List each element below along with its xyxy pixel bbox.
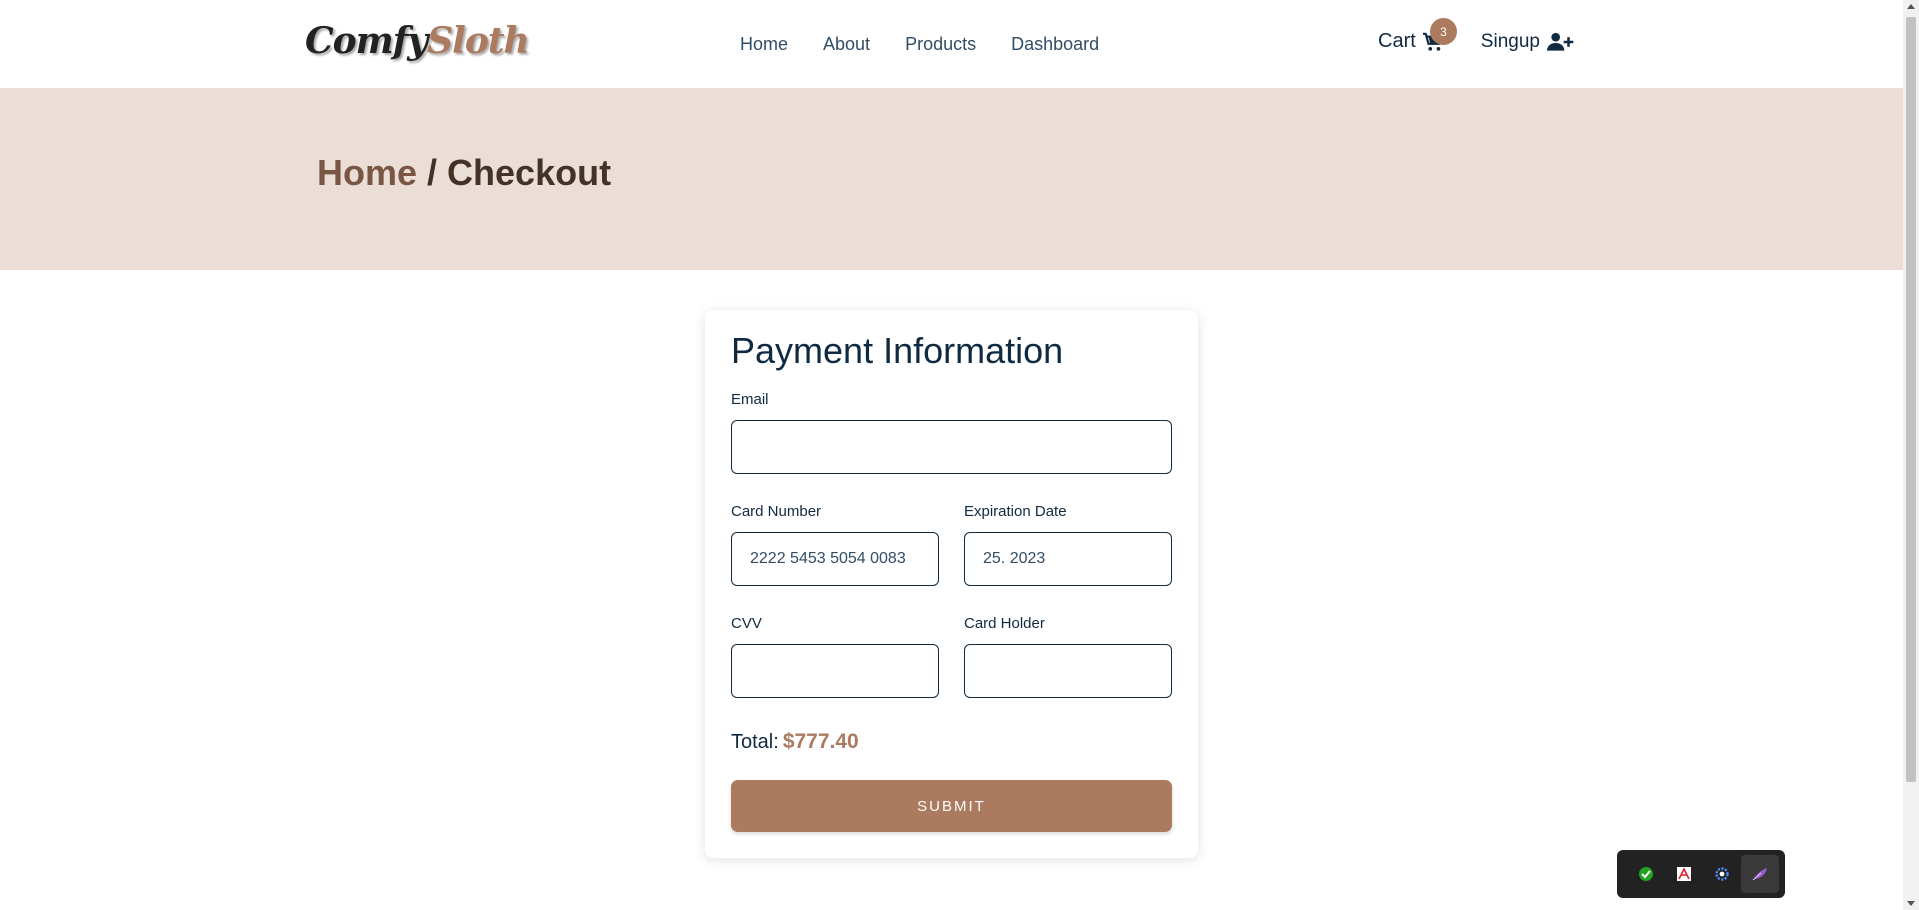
payment-form-title: Payment Information xyxy=(731,330,1064,371)
scroll-up-arrow-icon[interactable] xyxy=(1907,4,1915,9)
expiration-date-field[interactable]: 25. 2023 xyxy=(964,532,1172,586)
extension-toolbar xyxy=(1617,850,1785,898)
scroll-down-arrow-icon[interactable] xyxy=(1907,901,1915,906)
nav-link-products[interactable]: Products xyxy=(905,34,976,55)
page-hero: Home / Checkout xyxy=(0,88,1903,270)
card-number-field[interactable]: 2222 5453 5054 0083 xyxy=(731,532,939,586)
brand-logo[interactable]: ComfySloth xyxy=(305,20,530,62)
cart-button[interactable]: Cart 3 xyxy=(1378,18,1457,53)
nav-links: Home About Products Dashboard xyxy=(740,34,1134,55)
signup-label: Singup xyxy=(1480,30,1540,52)
feather-extension-icon[interactable] xyxy=(1741,855,1779,893)
green-extension-icon[interactable] xyxy=(1627,855,1665,893)
email-label: Email xyxy=(731,391,769,408)
card-number-label: Card Number xyxy=(731,503,822,520)
page: ComfySloth Home About Products Dashboard… xyxy=(0,0,1919,910)
cvv-label: CVV xyxy=(731,615,762,632)
navbar: ComfySloth Home About Products Dashboard… xyxy=(0,0,1903,88)
card-holder-label: Card Holder xyxy=(964,615,1045,632)
pdf-extension-icon[interactable] xyxy=(1665,855,1703,893)
total-label: Total: xyxy=(731,731,779,753)
cvv-field[interactable] xyxy=(731,644,939,698)
total-amount: $777.40 xyxy=(782,730,859,753)
email-field[interactable] xyxy=(731,420,1172,474)
breadcrumb-current: Checkout xyxy=(447,152,612,193)
card-holder-field[interactable] xyxy=(964,644,1172,698)
logo-part-1: Comfy xyxy=(305,20,428,62)
submit-button[interactable]: SUBMIT xyxy=(731,780,1172,832)
user-plus-icon xyxy=(1546,32,1574,51)
breadcrumb: Home / Checkout xyxy=(317,152,611,194)
breadcrumb-home-link[interactable]: Home xyxy=(317,152,417,193)
order-total: Total: $777.40 xyxy=(731,730,859,754)
cart-label: Cart xyxy=(1378,30,1416,52)
nav-link-dashboard[interactable]: Dashboard xyxy=(1011,34,1099,55)
signup-button[interactable]: Singup xyxy=(1481,31,1574,53)
nav-link-home[interactable]: Home xyxy=(740,34,788,55)
page-scrollbar[interactable] xyxy=(1903,0,1919,910)
cart-count-badge: 3 xyxy=(1430,18,1457,45)
gear-extension-icon[interactable] xyxy=(1703,855,1741,893)
expiration-date-label: Expiration Date xyxy=(964,503,1067,520)
logo-part-2: Sloth xyxy=(427,20,529,62)
header-actions: Cart 3 Singup xyxy=(1378,18,1574,53)
breadcrumb-separator: / xyxy=(417,152,448,193)
nav-link-about[interactable]: About xyxy=(823,34,870,55)
payment-form: Payment Information Email Card Number 22… xyxy=(705,310,1198,858)
scroll-thumb[interactable] xyxy=(1906,17,1916,782)
